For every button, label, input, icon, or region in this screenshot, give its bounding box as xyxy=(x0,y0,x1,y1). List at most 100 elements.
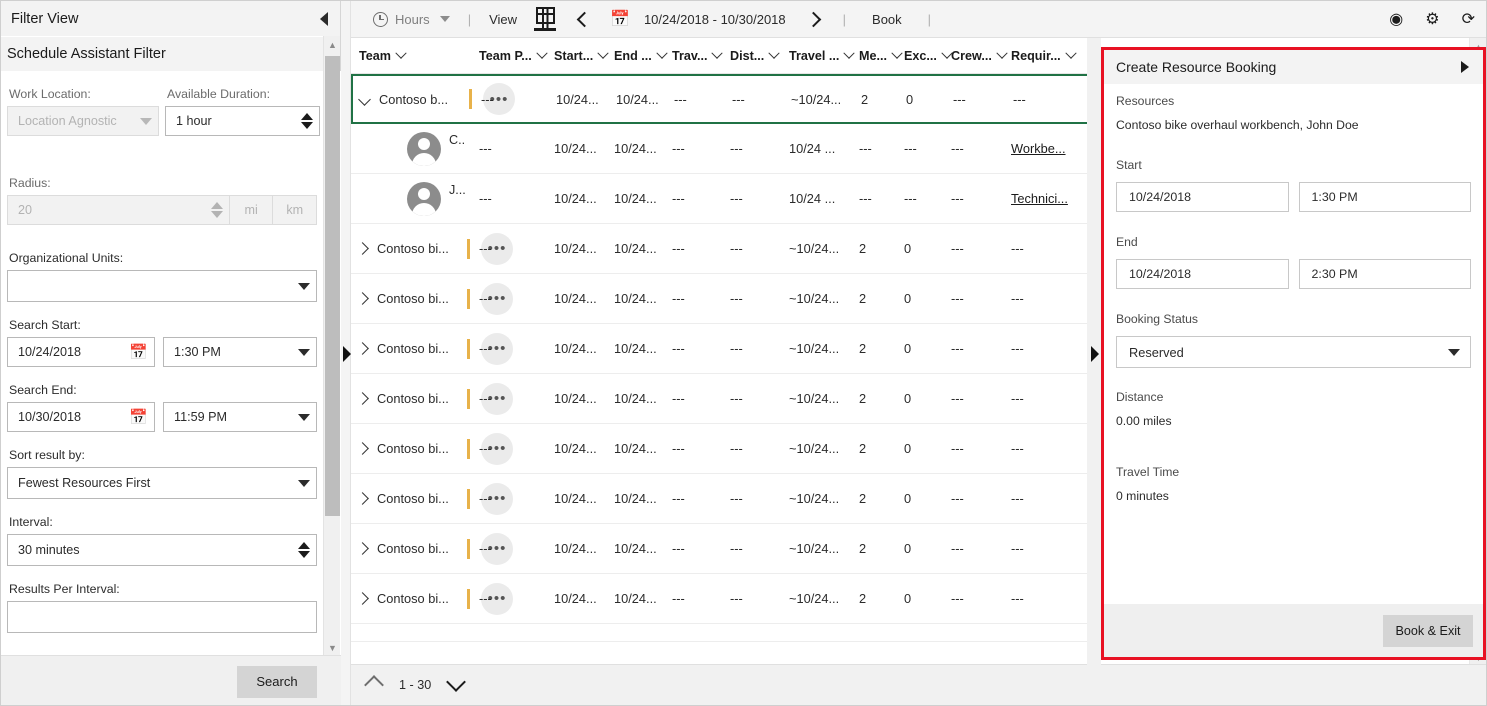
column-header[interactable]: Exc... xyxy=(904,38,953,74)
collapse-booking-panel-handle[interactable] xyxy=(1091,346,1099,362)
cell-crew: --- xyxy=(951,491,964,506)
gear-icon[interactable]: ⚙ xyxy=(1425,11,1439,28)
requirement-link[interactable]: Workbe... xyxy=(1011,141,1066,156)
scroll-up-icon[interactable]: ▲ xyxy=(324,36,341,53)
prev-period-button[interactable] xyxy=(565,1,604,38)
refresh-icon[interactable]: ⟳ xyxy=(1462,11,1475,28)
interval-label: Interval: xyxy=(9,515,53,529)
hours-dropdown[interactable]: Hours xyxy=(365,1,458,38)
column-header-label: Team P... xyxy=(479,49,532,63)
available-duration-stepper[interactable]: 1 hour xyxy=(165,106,320,136)
book-and-exit-button[interactable]: Book & Exit xyxy=(1383,614,1473,647)
column-header[interactable]: End ... xyxy=(614,38,668,74)
radius-input[interactable]: 20 xyxy=(7,195,230,225)
chevron-down-icon[interactable] xyxy=(536,47,548,59)
search-end-time-select[interactable]: 11:59 PM xyxy=(163,402,317,432)
chevron-down-icon[interactable] xyxy=(843,47,856,59)
unit-mi-button[interactable]: mi xyxy=(229,195,274,225)
results-per-interval-input[interactable] xyxy=(7,601,317,633)
avatar-icon xyxy=(407,131,441,166)
column-header[interactable]: Dist... xyxy=(730,38,780,74)
column-header[interactable]: Me... xyxy=(859,38,903,74)
row-expand-toggle[interactable] xyxy=(356,524,369,573)
chevron-down-icon[interactable] xyxy=(395,47,407,59)
cell-start: 10/24... xyxy=(554,591,597,606)
collapse-filter-panel-handle[interactable] xyxy=(343,346,351,362)
cell-requir: --- xyxy=(1011,591,1024,606)
row-expand-toggle[interactable] xyxy=(356,574,369,623)
interval-stepper[interactable]: 30 minutes xyxy=(7,534,317,566)
left-splitter[interactable] xyxy=(341,1,351,705)
column-header[interactable]: Start... xyxy=(554,38,609,74)
book-button[interactable]: Book xyxy=(856,1,918,38)
avatar-icon xyxy=(407,181,441,216)
end-date-input[interactable]: 10/24/2018 xyxy=(1116,259,1289,289)
chevron-down-icon[interactable] xyxy=(1065,47,1077,59)
row-expand-toggle[interactable] xyxy=(356,274,369,323)
column-header[interactable]: Team P... xyxy=(479,38,548,74)
booking-status-select[interactable]: Reserved xyxy=(1116,336,1471,368)
date-range-label[interactable]: 10/24/2018 - 10/30/2018 xyxy=(636,1,794,38)
next-period-button[interactable] xyxy=(794,1,833,38)
right-splitter[interactable] xyxy=(1087,38,1101,666)
caret-right-icon[interactable] xyxy=(1461,61,1469,73)
column-header[interactable]: Team xyxy=(359,38,407,74)
search-button[interactable]: Search xyxy=(237,665,317,698)
work-location-select[interactable]: Location Agnostic xyxy=(7,106,159,136)
chevron-down-icon[interactable] xyxy=(446,672,467,692)
search-start-time-select[interactable]: 1:30 PM xyxy=(163,337,317,367)
stepper-arrows-icon[interactable] xyxy=(298,542,310,558)
chevron-down-icon[interactable] xyxy=(656,47,668,59)
end-label: End xyxy=(1116,235,1138,249)
chevron-down-icon[interactable] xyxy=(768,47,780,59)
caret-left-icon[interactable] xyxy=(320,11,328,26)
chevron-down-icon[interactable] xyxy=(711,47,724,59)
radius-value: 20 xyxy=(18,203,33,217)
column-header[interactable]: Trav... xyxy=(672,38,724,74)
row-expand-toggle[interactable] xyxy=(358,76,371,122)
chevron-up-icon[interactable] xyxy=(364,675,384,695)
sort-result-by-select[interactable]: Fewest Resources First xyxy=(7,467,317,499)
eye-icon[interactable]: ◉ xyxy=(1389,11,1403,28)
cell-requir: --- xyxy=(1011,241,1024,256)
calendar-icon: 📅 xyxy=(610,11,630,28)
cell-end: 10/24... xyxy=(614,441,657,456)
row-expand-toggle[interactable] xyxy=(356,374,369,423)
requirement-link[interactable]: Technici... xyxy=(1011,191,1068,206)
start-date-input[interactable]: 10/24/2018 xyxy=(1116,182,1289,212)
create-resource-booking-panel: Create Resource Booking Resources Contos… xyxy=(1101,47,1486,660)
cell-requir: Technici... xyxy=(1011,174,1068,223)
chevron-down-icon[interactable] xyxy=(891,47,903,59)
date-picker-button[interactable]: 📅 xyxy=(604,1,636,38)
unit-km-button[interactable]: km xyxy=(273,195,317,225)
cell-end: 10/24... xyxy=(614,491,657,506)
start-time-input[interactable]: 1:30 PM xyxy=(1298,182,1471,212)
end-time-input[interactable]: 2:30 PM xyxy=(1298,259,1471,289)
scrollbar-thumb[interactable] xyxy=(325,56,340,516)
column-header[interactable]: Crew... xyxy=(951,38,1008,74)
row-expand-toggle[interactable] xyxy=(356,424,369,473)
stepper-arrows-icon[interactable] xyxy=(301,113,313,129)
organizational-units-select[interactable] xyxy=(7,270,317,302)
row-expand-toggle[interactable] xyxy=(356,474,369,523)
cell-me: 2 xyxy=(859,391,867,406)
calendar-icon[interactable]: 📅 xyxy=(129,410,148,425)
column-header[interactable]: Requir... xyxy=(1011,38,1077,74)
calendar-icon[interactable]: 📅 xyxy=(129,345,148,360)
search-end-date-input[interactable]: 10/30/2018 📅 xyxy=(7,402,155,432)
search-start-date-input[interactable]: 10/24/2018 📅 xyxy=(7,337,155,367)
chevron-down-icon[interactable] xyxy=(597,47,609,59)
row-expand-toggle[interactable] xyxy=(356,224,369,273)
cell-crew: --- xyxy=(951,541,964,556)
chevron-left-icon xyxy=(576,11,593,27)
filter-panel-scrollbar[interactable]: ▲ ▼ xyxy=(323,36,340,656)
scroll-down-icon[interactable]: ▼ xyxy=(324,639,341,656)
column-header-label: Trav... xyxy=(672,49,708,63)
row-expand-toggle[interactable] xyxy=(356,324,369,373)
team-name: Contoso bi... xyxy=(377,491,449,506)
chevron-down-icon[interactable] xyxy=(996,47,1008,59)
requirement-color-bar xyxy=(467,324,470,373)
stepper-arrows-icon[interactable] xyxy=(210,202,223,218)
column-header[interactable]: Travel ... xyxy=(789,38,856,74)
grid-view-button[interactable] xyxy=(525,7,565,31)
